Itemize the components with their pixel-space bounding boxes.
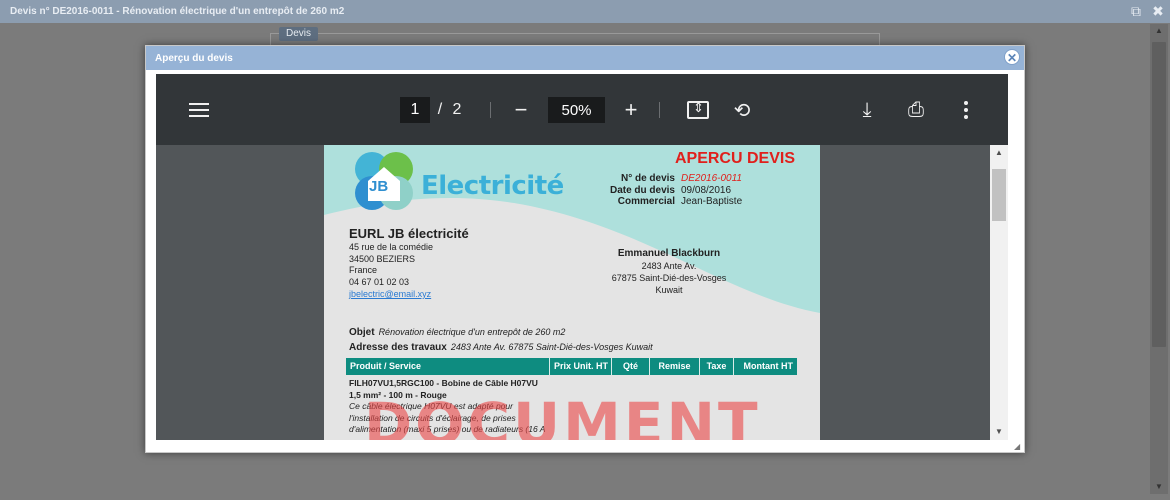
window-controls: ⧉ ✖ [1128,3,1166,19]
tab-strip [270,33,880,45]
quote-date-row: Date du devis 09/08/2016 [589,185,742,197]
quote-meta: N° de devis DE2016-0011 Date du devis 09… [589,173,742,208]
modal-close-button[interactable]: ✕ [1004,49,1020,65]
items-table-header: Produit / Service Prix Unit. HT Qté Remi… [346,358,797,375]
zoom-level-input[interactable]: 50% [548,97,605,123]
close-icon[interactable]: ✖ [1150,3,1166,19]
meta-label: Commercial [617,196,675,207]
client-country: Kuwait [655,285,683,295]
meta-label: Date du devis [609,184,675,196]
column-header: Remise [650,358,700,375]
fit-page-icon[interactable] [686,97,710,123]
quote-commercial-row: Commercial Jean-Baptiste [589,196,742,208]
page-number-input[interactable]: 1 [400,97,430,123]
column-header: Montant HT [743,361,794,371]
adresse-value: 2483 Ante Av. 67875 Saint-Dié-des-Vosges… [450,342,653,352]
download-icon[interactable]: ⤓ [856,97,878,123]
client-name: Emmanuel Blackburn [617,248,721,259]
watermark: DOCUMENT [364,390,761,440]
modal-title: Aperçu du devis [146,46,1024,70]
adresse-label: Adresse des travaux [349,342,447,353]
scrollbar-thumb[interactable] [992,169,1006,221]
more-options-icon[interactable] [956,97,976,123]
column-header: Produit / Service [346,358,550,375]
client-block: Emmanuel Blackburn 2483 Ante Av. 67875 S… [589,248,749,296]
pdf-viewer: 1 / 2 − 50% + ⟲ ⤓ ⎙ JB [156,74,1008,440]
product-name: FILH07VU1,5RGC100 - Bobine de Câble H07V… [349,378,538,388]
zoom-out-button[interactable]: − [510,97,532,123]
company-name: EURL JB électricité [349,226,469,241]
client-address2: 67875 Saint-Dié-des-Vosges [611,273,727,283]
column-header: Prix Unit. HT [550,358,612,375]
quote-number-row: N° de devis DE2016-0011 [589,173,742,185]
pdf-toolbar: 1 / 2 − 50% + ⟲ ⤓ ⎙ [156,74,1008,145]
company-block: EURL JB électricité 45 rue de la comédie… [349,226,469,301]
client-address1: 2483 Ante Av. [641,261,697,271]
rotate-icon[interactable]: ⟲ [730,97,754,123]
resize-grip-icon[interactable]: ◢ [1014,443,1022,451]
logo-text: Electricité [421,171,564,201]
window-scrollbar[interactable]: ▲ ▼ [1150,24,1168,494]
scroll-up-arrow-icon[interactable]: ▲ [1150,24,1168,38]
pdf-page: JB Electricité APERCU DEVIS N° de devis … [324,145,820,440]
company-address1: 45 rue de la comédie [349,241,434,252]
scrollbar-thumb[interactable] [1152,42,1166,347]
objet-value: Rénovation électrique d'un entrepôt de 2… [378,327,566,337]
company-country: France [349,265,378,276]
quote-number: DE2016-0011 [681,173,742,184]
page-total: 2 [452,101,462,118]
quote-commercial: Jean-Baptiste [681,196,743,207]
company-phone: 04 67 01 02 03 [349,277,410,288]
company-email-link[interactable]: jbelectric@email.xyz [349,289,469,301]
menu-icon[interactable] [186,97,212,123]
toolbar-divider [659,102,660,118]
scroll-down-arrow-icon[interactable]: ▼ [1150,480,1168,494]
tab-devis[interactable]: Devis [279,27,319,41]
logo-badge: JB [369,178,389,195]
column-header: Taxe [700,358,734,375]
objet-label: Objet [349,327,375,338]
preview-label: APERCU DEVIS [674,150,795,167]
toolbar-divider [490,102,491,118]
preview-modal: Aperçu du devis ✕ 1 / 2 − 50% + ⟲ ⤓ ⎙ [145,45,1025,453]
adresse-row: Adresse des travaux 2483 Ante Av. 67875 S… [349,340,653,355]
meta-label: N° de devis [620,173,675,184]
print-icon[interactable]: ⎙ [904,97,928,123]
objet-block: Objet Rénovation électrique d'un entrepôt… [349,325,653,355]
quote-date: 09/08/2016 [681,184,732,196]
scroll-down-arrow-icon[interactable]: ▼ [990,424,1008,440]
window-title: Devis n° DE2016-0011 - Rénovation électr… [0,0,1170,23]
scroll-up-arrow-icon[interactable]: ▲ [990,145,1008,161]
objet-row: Objet Rénovation électrique d'un entrepôt… [349,325,653,340]
restore-icon[interactable]: ⧉ [1128,3,1144,19]
column-header: Qté [612,358,650,375]
zoom-in-button[interactable]: + [620,97,642,123]
pdf-scrollbar[interactable]: ▲ ▼ [990,145,1008,440]
company-address2: 34500 BEZIERS [349,253,416,264]
page-separator: / [437,101,443,118]
